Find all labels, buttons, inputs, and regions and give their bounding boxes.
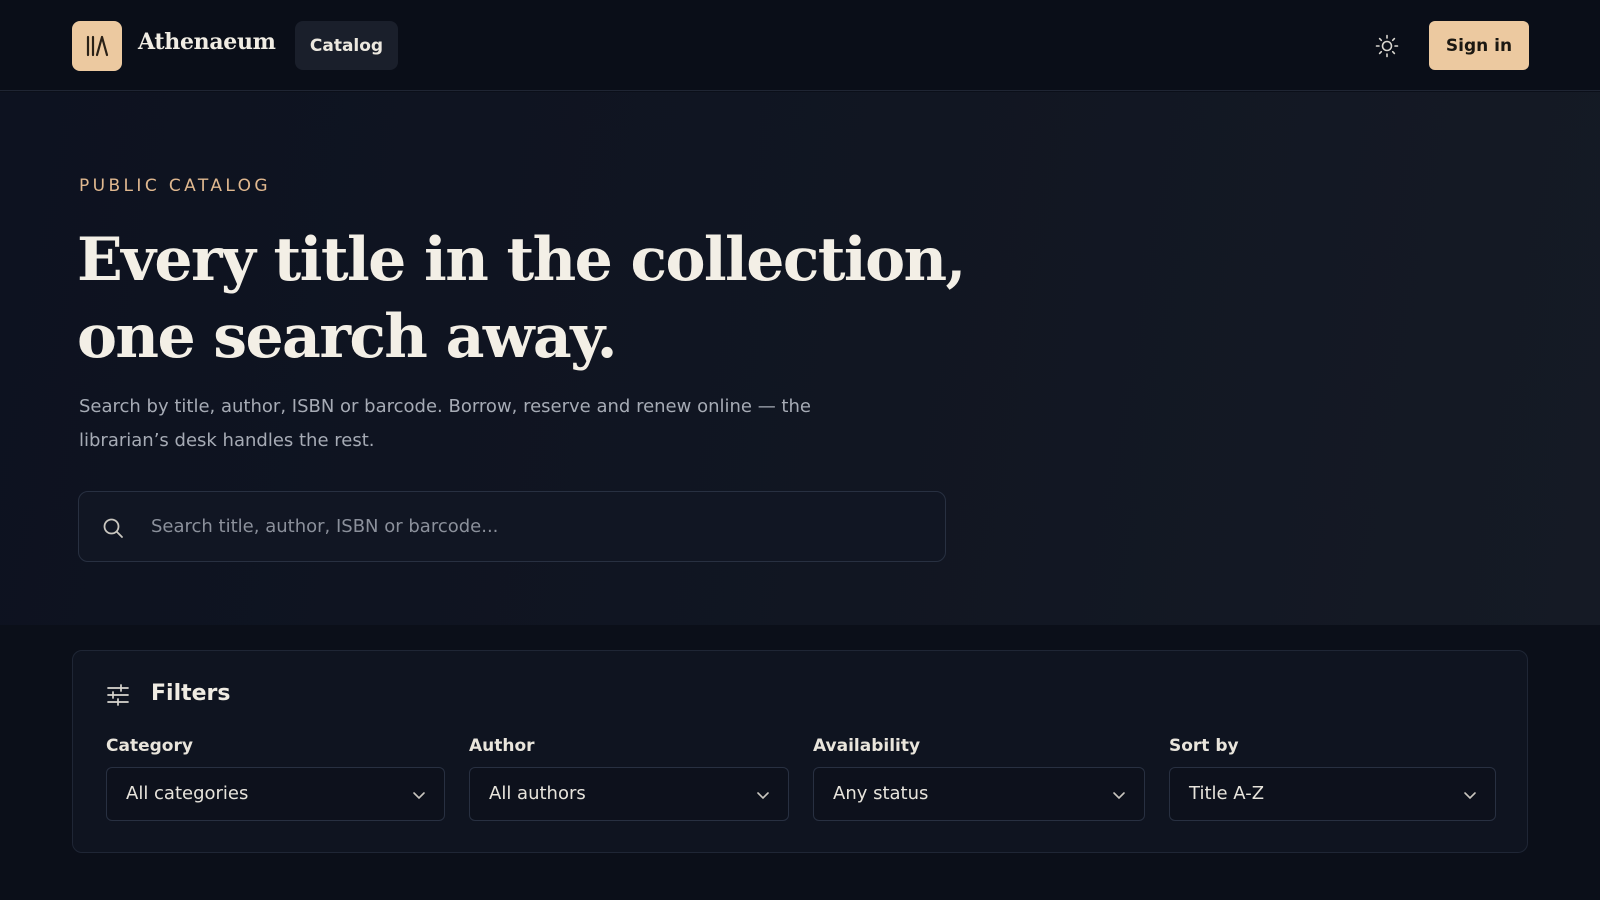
top-navigation-bar: Athenaeum Catalog Sign in xyxy=(0,0,1600,91)
description-line-2: librarian’s desk handles the rest. xyxy=(79,430,375,451)
brand-name[interactable]: Athenaeum xyxy=(138,29,276,55)
headline-line-2: one search away. xyxy=(77,302,617,372)
filters-panel: Filters Category All categories Author A… xyxy=(72,650,1528,853)
field-label: Sort by xyxy=(1169,736,1239,756)
sign-in-button[interactable]: Sign in xyxy=(1429,21,1529,70)
chevron-down-icon xyxy=(413,792,425,800)
nav-catalog-link[interactable]: Catalog xyxy=(295,21,398,70)
search-icon xyxy=(101,516,125,540)
sort-by-filter: Sort by Title A-Z xyxy=(1169,736,1496,821)
sun-icon[interactable] xyxy=(1374,33,1400,59)
field-label: Category xyxy=(106,736,193,756)
description-line-1: Search by title, author, ISBN or barcode… xyxy=(79,396,811,417)
search-input[interactable] xyxy=(151,492,931,561)
author-filter: Author All authors xyxy=(469,736,789,821)
select-value: Any status xyxy=(833,783,929,804)
filters-title: Filters xyxy=(151,681,231,706)
select-value: All categories xyxy=(126,783,249,804)
chevron-down-icon xyxy=(1464,792,1476,800)
field-label: Author xyxy=(469,736,535,756)
hero-section: PUBLIC CATALOG Every title in the collec… xyxy=(0,92,1600,625)
search-box[interactable] xyxy=(78,491,946,562)
sliders-icon xyxy=(106,684,130,706)
sort-by-select[interactable]: Title A-Z xyxy=(1169,767,1496,821)
chevron-down-icon xyxy=(1113,792,1125,800)
category-select[interactable]: All categories xyxy=(106,767,445,821)
library-books-icon[interactable] xyxy=(72,21,122,71)
select-value: Title A-Z xyxy=(1189,783,1265,804)
chevron-down-icon xyxy=(757,792,769,800)
availability-select[interactable]: Any status xyxy=(813,767,1145,821)
availability-filter: Availability Any status xyxy=(813,736,1145,821)
select-value: All authors xyxy=(489,783,586,804)
author-select[interactable]: All authors xyxy=(469,767,789,821)
headline-line-1: Every title in the collection, xyxy=(77,225,966,295)
field-label: Availability xyxy=(813,736,921,756)
category-filter: Category All categories xyxy=(106,736,445,821)
hero-description: Search by title, author, ISBN or barcode… xyxy=(79,390,859,458)
eyebrow-label: PUBLIC CATALOG xyxy=(79,176,272,196)
page-title: Every title in the collection, one searc… xyxy=(77,222,977,376)
